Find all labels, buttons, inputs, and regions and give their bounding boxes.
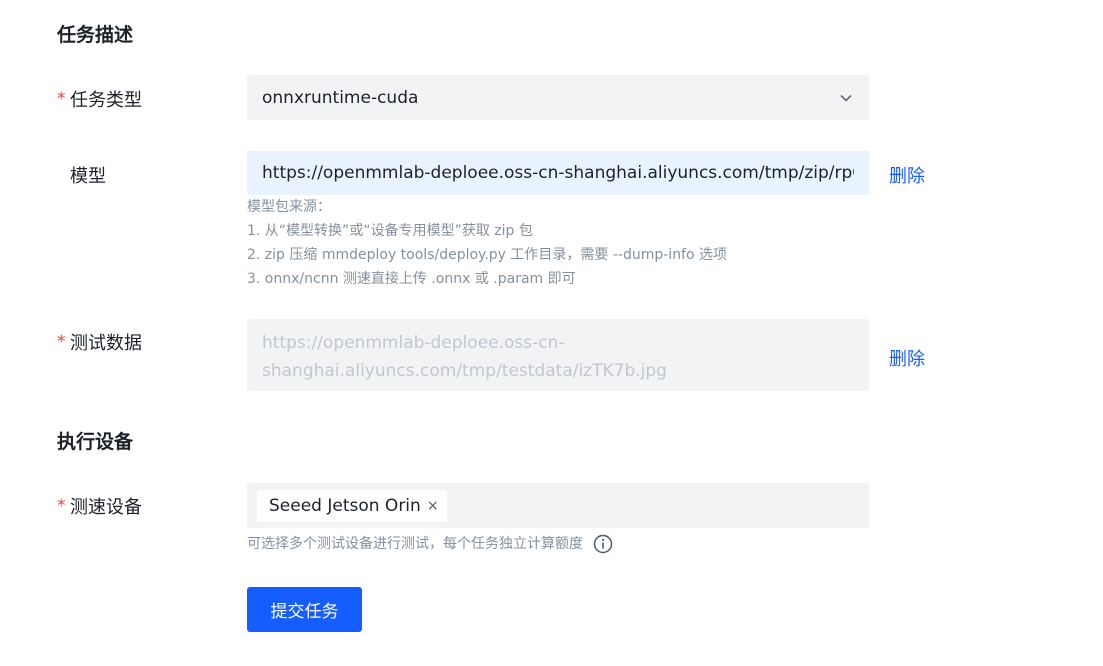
model-help-line: 2. zip 压缩 mmdeploy tools/deploy.py 工作目录，…	[247, 247, 728, 263]
chevron-down-icon[interactable]	[838, 90, 854, 106]
test-data-label-text: 测试数据	[70, 333, 142, 354]
task-type-value: onnxruntime-cuda	[262, 87, 419, 108]
model-label: 模型	[57, 162, 106, 188]
test-data-value-line: shanghai.aliyuncs.com/tmp/testdata/izTK7…	[262, 361, 667, 381]
test-data-value-line: https://openmmlab-deploee.oss-cn-	[262, 333, 565, 353]
info-circle-icon[interactable]	[593, 534, 613, 554]
speed-device-multiselect[interactable]: Seeed Jetson Orin ×	[247, 483, 869, 528]
test-data-delete-link[interactable]: 删除	[889, 345, 925, 371]
speed-device-label: * 测速设备	[57, 493, 142, 519]
model-help-line: 3. onnx/ncnn 测速直接上传 .onnx 或 .param 即可	[247, 271, 576, 287]
test-data-input[interactable]: https://openmmlab-deploee.oss-cn- shangh…	[247, 319, 869, 391]
speed-device-label-text: 测速设备	[70, 497, 142, 518]
required-mark: *	[57, 332, 66, 352]
model-delete-link[interactable]: 删除	[889, 162, 925, 188]
model-url-input[interactable]: https://openmmlab-deploee.oss-cn-shangha…	[247, 151, 869, 195]
model-label-text: 模型	[70, 166, 106, 187]
device-tag-label: Seeed Jetson Orin	[269, 495, 421, 516]
task-type-label: * 任务类型	[57, 86, 142, 112]
required-mark: *	[57, 89, 66, 109]
task-type-select[interactable]: onnxruntime-cuda	[247, 75, 869, 120]
section-title-execution-device: 执行设备	[57, 431, 134, 453]
model-help-text: 模型包来源： 1. 从“模型转换”或“设备专用模型”获取 zip 包 2. zi…	[247, 195, 727, 291]
model-help-line: 1. 从“模型转换”或“设备专用模型”获取 zip 包	[247, 223, 533, 239]
model-url-value: https://openmmlab-deploee.oss-cn-shangha…	[262, 163, 854, 183]
model-help-line: 模型包来源：	[247, 199, 331, 215]
speed-device-help: 可选择多个测试设备进行测试，每个任务独立计算额度	[247, 532, 613, 556]
close-icon[interactable]: ×	[427, 498, 439, 514]
task-type-label-text: 任务类型	[70, 90, 142, 111]
test-data-label: * 测试数据	[57, 329, 142, 355]
section-title-task-description: 任务描述	[57, 24, 134, 46]
submit-task-button[interactable]: 提交任务	[247, 587, 362, 632]
device-tag: Seeed Jetson Orin ×	[257, 489, 447, 522]
speed-device-help-text: 可选择多个测试设备进行测试，每个任务独立计算额度	[247, 536, 583, 552]
required-mark: *	[57, 496, 66, 516]
